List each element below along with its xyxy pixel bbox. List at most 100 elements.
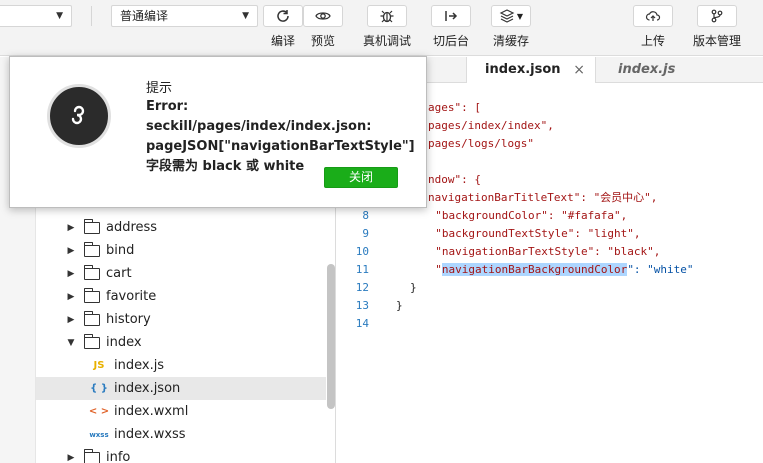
code-line: 11 "navigationBarBackgroundColor": "whit…: [336, 261, 763, 279]
branch-icon: [711, 9, 723, 23]
error-dialog: 提示 Error: seckill/pages/index/index.json…: [9, 56, 427, 208]
tree-folder[interactable]: ▶ address: [36, 216, 326, 239]
tree-folder[interactable]: ▼ index: [36, 331, 326, 354]
chevron-down-icon[interactable]: ▼: [64, 338, 78, 348]
upload-button[interactable]: [633, 5, 673, 27]
version-mgmt-button[interactable]: [697, 5, 737, 27]
tree-folder[interactable]: ▶ info: [36, 446, 326, 463]
folder-icon: [83, 241, 100, 257]
js-file-icon: JS: [93, 360, 105, 371]
folder-icon: [83, 287, 100, 303]
toolbar: ▼ 普通编译 ▼ 编译 预览 真机调试 切后台 ▼ 清缓存 上传 版本管理: [0, 0, 763, 56]
tree-item-label: index.js: [114, 358, 165, 373]
tree-folder[interactable]: ▶ favorite: [36, 285, 326, 308]
upload-label: 上传: [640, 34, 665, 48]
tree-item-label: favorite: [106, 289, 157, 304]
file-tree-scrollbar[interactable]: [327, 264, 335, 409]
code-text: "navigationBarBackgroundColor": "white": [422, 261, 694, 279]
device-debug-button[interactable]: [367, 5, 407, 27]
chevron-right-icon[interactable]: ▶: [64, 246, 78, 256]
dialog-title: 提示: [146, 81, 173, 96]
chevron-right-icon[interactable]: ▶: [64, 315, 78, 325]
close-icon[interactable]: ×: [573, 57, 585, 83]
compile-mode-select[interactable]: 普通编译 ▼: [111, 5, 258, 27]
code-line: 12}: [336, 279, 763, 297]
cloud-upload-icon: [645, 11, 661, 21]
chevron-right-icon[interactable]: ▶: [64, 453, 78, 463]
tree-item-label: index.json: [114, 381, 181, 396]
code-line: 10 "navigationBarTextStyle": "black",: [336, 243, 763, 261]
chevron-down-icon: ▼: [242, 11, 249, 21]
code-text: pages/index/index",: [428, 119, 554, 132]
code-line: 14: [336, 315, 763, 333]
compile-button[interactable]: [263, 5, 303, 27]
code-text: }: [410, 281, 417, 294]
eye-icon: [315, 12, 331, 20]
code-text: "backgroundTextStyle": "light",: [422, 227, 641, 240]
tree-file[interactable]: wxss index.wxss: [36, 423, 326, 446]
folder-icon: [83, 218, 100, 234]
chevron-right-icon[interactable]: ▶: [64, 292, 78, 302]
refresh-icon: [277, 10, 289, 22]
clear-cache-button[interactable]: ▼: [491, 5, 531, 27]
tab-index-json[interactable]: index.json ×: [466, 57, 596, 83]
tree-item-label: address: [106, 220, 158, 235]
wxss-file-icon: wxss: [89, 430, 109, 439]
line-number: 8: [362, 209, 369, 222]
tree-item-label: cart: [106, 266, 132, 281]
tree-folder[interactable]: ▶ cart: [36, 262, 326, 285]
chevron-down-icon: ▼: [56, 11, 63, 21]
tree-item-label: index.wxss: [114, 427, 186, 442]
chevron-down-icon: ▼: [516, 11, 524, 21]
dialog-message: Error: seckill/pages/index/index.json: p…: [146, 99, 415, 174]
folder-icon: [83, 448, 100, 463]
tree-file[interactable]: < > index.wxml: [36, 400, 326, 423]
tree-item-label: index: [106, 335, 142, 350]
json-file-icon: { }: [90, 383, 108, 394]
code-text: "backgroundColor": "#fafafa",: [422, 209, 628, 222]
tree-item-label: bind: [106, 243, 135, 258]
chevron-right-icon[interactable]: ▶: [64, 269, 78, 279]
line-number: 9: [362, 227, 369, 240]
code-text: navigationBarTitleText": "会员中心",: [428, 191, 658, 204]
preview-button[interactable]: [303, 5, 343, 27]
code-line: 13}: [336, 297, 763, 315]
tree-item-label: index.wxml: [114, 404, 189, 419]
folder-icon: [83, 310, 100, 326]
line-number: 13: [355, 299, 369, 312]
tree-file[interactable]: { } index.json: [36, 377, 326, 400]
folder-icon: [83, 264, 100, 280]
wxml-file-icon: < >: [88, 406, 110, 417]
code-text: pages/logs/logs": [428, 137, 534, 150]
folder-icon: [83, 333, 100, 349]
version-mgmt-label: 版本管理: [692, 34, 741, 48]
line-number: 11: [355, 263, 369, 276]
code-token: ": [422, 263, 442, 276]
compile-mode-value: 普通编译: [120, 9, 169, 23]
tree-folder[interactable]: ▶ bind: [36, 239, 326, 262]
tree-item-label: history: [106, 312, 151, 327]
switch-background-icon: [445, 11, 458, 21]
tab-index-js[interactable]: index.js: [600, 57, 720, 83]
code-line: 9 "backgroundTextStyle": "light",: [336, 225, 763, 243]
selected-text: navigationBarBackgroundColor: [441, 263, 628, 276]
miniprogram-logo-icon: [47, 84, 111, 148]
line-number: 12: [355, 281, 369, 294]
tab-label: index.json: [485, 62, 561, 77]
background-button[interactable]: [431, 5, 471, 27]
clear-cache-label: 清缓存: [492, 34, 529, 48]
layers-icon: [499, 9, 515, 23]
chevron-right-icon[interactable]: ▶: [64, 223, 78, 233]
tree-file[interactable]: JS index.js: [36, 354, 326, 377]
background-label: 切后台: [432, 34, 469, 48]
tree-folder[interactable]: ▶ history: [36, 308, 326, 331]
code-text: "navigationBarTextStyle": "black",: [422, 245, 661, 258]
project-selector[interactable]: ▼: [0, 5, 72, 27]
bug-icon: [380, 10, 394, 23]
close-button[interactable]: 关闭: [324, 167, 398, 188]
tab-label: index.js: [618, 62, 676, 77]
code-token: ": "white": [627, 263, 694, 276]
code-text: }: [396, 299, 403, 312]
line-number: 14: [355, 317, 369, 330]
tree-item-label: info: [106, 450, 131, 463]
